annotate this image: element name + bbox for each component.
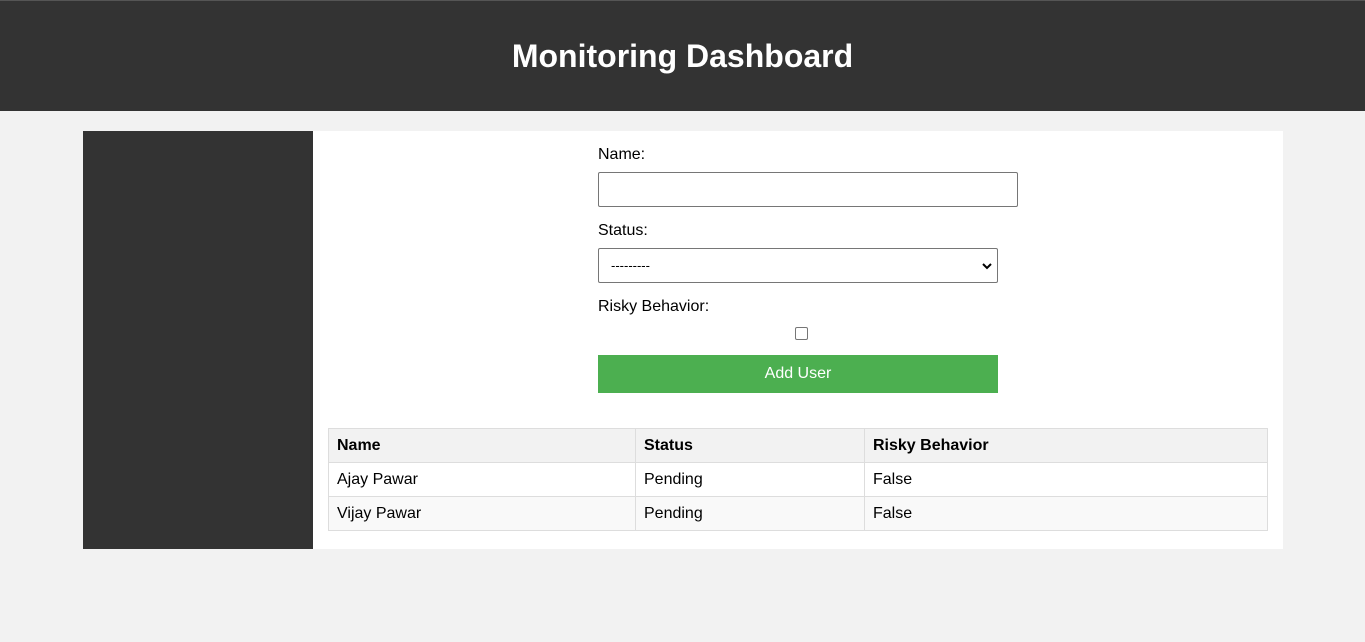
column-header-status: Status (635, 428, 865, 463)
table-row: Ajay Pawar Pending False (328, 462, 1268, 497)
column-header-name: Name (328, 428, 636, 463)
status-selected-value: --------- (611, 258, 650, 273)
page-title: Monitoring Dashboard (511, 38, 854, 74)
table-header-row: Name Status Risky Behavior (328, 428, 1268, 463)
sidebar (83, 131, 313, 549)
cell-name: Vijay Pawar (328, 496, 636, 531)
cell-status: Pending (635, 496, 865, 531)
name-label: Name: (598, 146, 646, 163)
chevron-down-icon (982, 263, 992, 270)
table-row: Vijay Pawar Pending False (328, 496, 1268, 531)
cell-status: Pending (635, 462, 865, 497)
main-content: Name: Status: --------- Risky Behavior: … (313, 131, 1283, 549)
status-select[interactable]: --------- (598, 248, 998, 283)
content-container: Name: Status: --------- Risky Behavior: … (83, 131, 1283, 549)
header: Monitoring Dashboard (0, 0, 1365, 111)
status-label: Status: (598, 222, 648, 239)
cell-name: Ajay Pawar (328, 462, 636, 497)
risky-behavior-checkbox[interactable] (795, 327, 808, 340)
users-table: Name Status Risky Behavior Ajay Pawar Pe… (328, 428, 1268, 531)
name-input[interactable] (598, 172, 1018, 207)
risky-behavior-label: Risky Behavior: (598, 298, 710, 315)
add-user-button[interactable]: Add User (598, 355, 998, 393)
cell-risky-behavior: False (864, 496, 1268, 531)
column-header-risky-behavior: Risky Behavior (864, 428, 1268, 463)
cell-risky-behavior: False (864, 462, 1268, 497)
